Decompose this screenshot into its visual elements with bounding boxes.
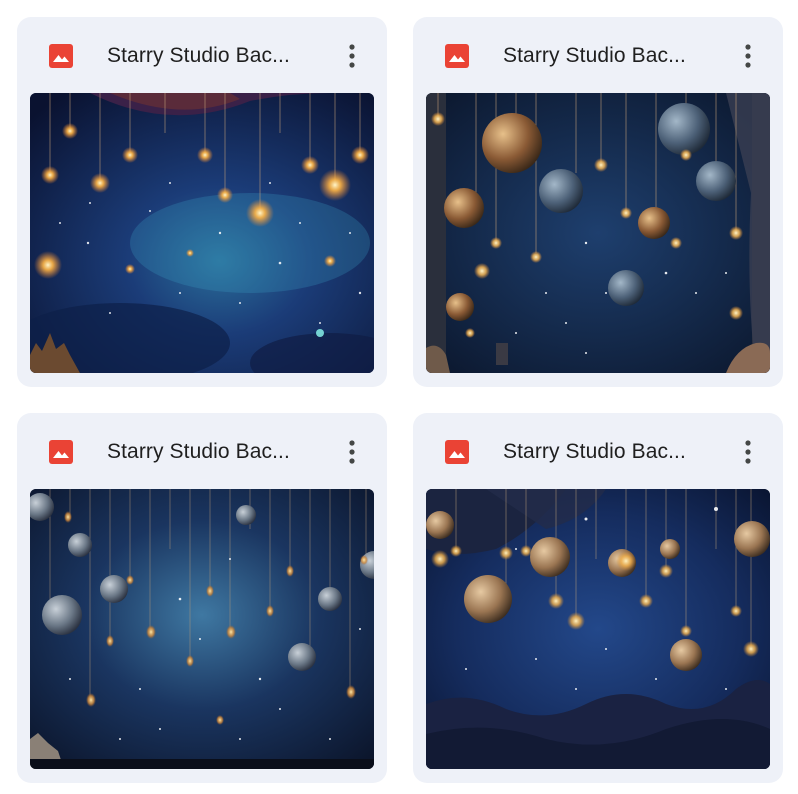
image-file-icon	[444, 43, 470, 69]
image-file-icon	[444, 439, 470, 465]
more-actions-button[interactable]	[337, 435, 367, 469]
more-actions-button[interactable]	[733, 435, 763, 469]
file-card-header: Starry Studio Bac...	[17, 17, 387, 93]
file-card-header: Starry Studio Bac...	[413, 413, 783, 489]
more-actions-button[interactable]	[337, 39, 367, 73]
file-thumbnail[interactable]	[426, 93, 770, 373]
file-card[interactable]: Starry Studio Bac...	[17, 17, 387, 387]
image-file-icon	[48, 439, 74, 465]
file-title[interactable]: Starry Studio Bac...	[503, 42, 723, 70]
more-actions-button[interactable]	[733, 39, 763, 73]
more-vert-icon	[349, 44, 355, 68]
file-title[interactable]: Starry Studio Bac...	[503, 438, 723, 466]
more-vert-icon	[745, 44, 751, 68]
image-file-icon	[48, 43, 74, 69]
file-title[interactable]: Starry Studio Bac...	[107, 438, 327, 466]
file-card-header: Starry Studio Bac...	[17, 413, 387, 489]
file-card[interactable]: Starry Studio Bac...	[17, 413, 387, 783]
file-grid: Starry Studio Bac... Starry Studio Bac..…	[0, 0, 798, 794]
more-vert-icon	[349, 440, 355, 464]
more-vert-icon	[745, 440, 751, 464]
file-card[interactable]: Starry Studio Bac...	[413, 413, 783, 783]
file-title[interactable]: Starry Studio Bac...	[107, 42, 327, 70]
file-thumbnail[interactable]	[426, 489, 770, 769]
file-card[interactable]: Starry Studio Bac...	[413, 17, 783, 387]
file-card-header: Starry Studio Bac...	[413, 17, 783, 93]
file-thumbnail[interactable]	[30, 93, 374, 373]
file-thumbnail[interactable]	[30, 489, 374, 769]
